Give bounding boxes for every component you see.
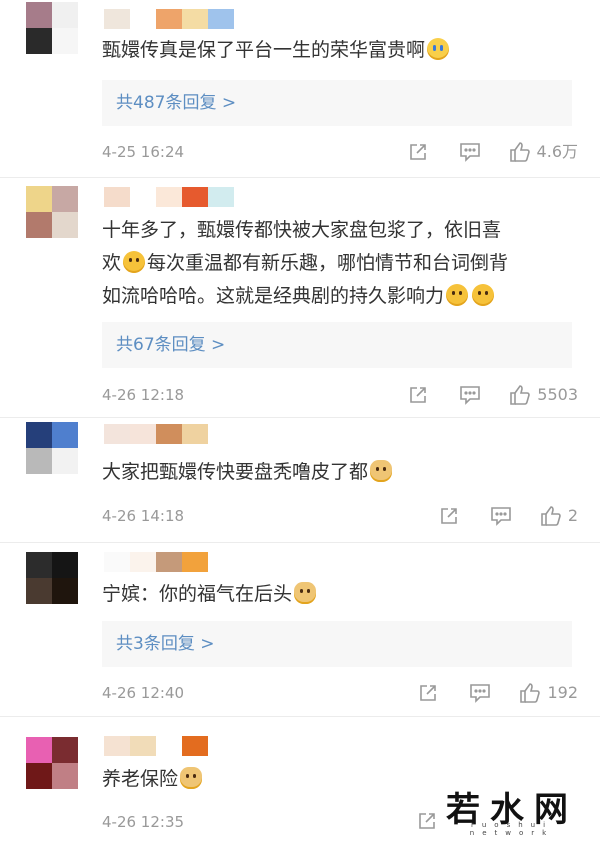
- username-blurred[interactable]: [104, 736, 208, 756]
- like-count: 5503: [537, 385, 578, 404]
- share-icon[interactable]: [407, 384, 429, 406]
- blush-emoji-icon: [472, 284, 495, 306]
- comment-time: 4-26 12:18: [102, 386, 185, 404]
- comment-item: 宁嫔：你的福气在后头 共3条回复 > 4-26 12:40 192: [0, 543, 600, 717]
- avatar[interactable]: [26, 186, 78, 238]
- avatar[interactable]: [26, 2, 78, 54]
- avatar[interactable]: [26, 422, 78, 474]
- comment-text: 甄嬛传真是保了平台一生的荣华富贵啊: [102, 34, 572, 67]
- username-blurred[interactable]: [104, 552, 208, 572]
- comment-meta: 4-25 16:24 4.6万: [102, 140, 578, 164]
- avatar-pixel: [52, 212, 78, 238]
- like-button[interactable]: 192: [519, 681, 578, 705]
- comment-icon[interactable]: [469, 682, 491, 704]
- avatar-pixel: [52, 422, 78, 448]
- avatar-pixel: [26, 737, 52, 763]
- avatar-pixel: [52, 28, 78, 54]
- comment-time: 4-26 12:35: [102, 813, 185, 831]
- avatar[interactable]: [26, 552, 78, 604]
- avatar-pixel: [52, 552, 78, 578]
- like-count: 192: [547, 683, 578, 702]
- like-count: 2: [567, 506, 578, 525]
- replies-link[interactable]: 共3条回复 >: [102, 621, 572, 667]
- comment-time: 4-26 14:18: [102, 507, 185, 525]
- comment-actions: 4.6万: [377, 140, 578, 164]
- comment-text-body: 大家把甄嬛传快要盘秃噜皮了都: [102, 461, 369, 483]
- comment-time: 4-26 12:40: [102, 684, 185, 702]
- avatar-pixel: [52, 2, 78, 28]
- like-button[interactable]: 5503: [509, 383, 578, 407]
- comment-text-line: 十年多了，甄嬛传都快被大家盘包浆了，依旧喜: [102, 219, 502, 241]
- like-count: 4.6万: [536, 142, 578, 161]
- comment-text-body: 宁嫔：你的福气在后头: [102, 583, 293, 605]
- avatar-pixel: [26, 552, 52, 578]
- username-blurred[interactable]: [104, 9, 234, 29]
- comment-text: 十年多了，甄嬛传都快被大家盘包浆了，依旧喜 欢 每次重温都有新乐趣，哪怕情节和台词…: [102, 214, 572, 313]
- avatar-pixel: [26, 448, 52, 474]
- replies-link[interactable]: 共67条回复 >: [102, 322, 572, 368]
- avatar-pixel: [52, 763, 78, 789]
- comment-icon[interactable]: [459, 141, 481, 163]
- comment-actions: 192: [387, 681, 578, 705]
- avatar-pixel: [26, 212, 52, 238]
- doge-emoji-icon: [294, 582, 317, 604]
- comment-text: 大家把甄嬛传快要盘秃噜皮了都: [102, 456, 572, 489]
- avatar-pixel: [52, 186, 78, 212]
- comment-text-line: 如流哈哈哈。这就是经典剧的持久影响力: [102, 285, 445, 307]
- doge-emoji-icon: [370, 460, 393, 482]
- avatar-pixel: [26, 578, 52, 604]
- username-blurred[interactable]: [104, 187, 234, 207]
- comment-actions: 5503: [377, 383, 578, 407]
- comment-text-body: 甄嬛传真是保了平台一生的荣华富贵啊: [102, 39, 426, 61]
- avatar-pixel: [26, 186, 52, 212]
- comment-actions: [386, 810, 438, 832]
- avatar-pixel: [26, 2, 52, 28]
- avatar-pixel: [52, 737, 78, 763]
- like-button[interactable]: 4.6万: [509, 140, 578, 164]
- share-icon[interactable]: [416, 810, 438, 832]
- avatar-pixel: [26, 28, 52, 54]
- username-blurred[interactable]: [104, 424, 208, 444]
- smile-emoji-icon: [123, 251, 146, 273]
- comment-text: 宁嫔：你的福气在后头: [102, 578, 572, 611]
- avatar[interactable]: [26, 737, 78, 789]
- share-icon[interactable]: [417, 682, 439, 704]
- comment-item: 甄嬛传真是保了平台一生的荣华富贵啊 共487条回复 > 4-25 16:24 4…: [0, 0, 600, 178]
- cry-emoji-icon: [427, 38, 450, 60]
- thumbs-up-icon: [541, 506, 561, 526]
- avatar-pixel: [52, 578, 78, 604]
- blush-emoji-icon: [446, 284, 469, 306]
- avatar-pixel: [26, 763, 52, 789]
- thumbs-up-icon: [509, 142, 530, 162]
- thumbs-up-icon: [510, 385, 531, 405]
- comment-icon[interactable]: [490, 505, 512, 527]
- watermark-subtext: ruoshui network: [469, 821, 555, 837]
- watermark-logo: 若水网 ruoshui network: [442, 780, 582, 837]
- comment-item: 十年多了，甄嬛传都快被大家盘包浆了，依旧喜 欢 每次重温都有新乐趣，哪怕情节和台词…: [0, 178, 600, 418]
- comment-meta: 4-26 12:40 192: [102, 681, 578, 705]
- comment-text-body: 养老保险: [102, 768, 179, 790]
- comment-meta: 4-26 12:18 5503: [102, 383, 578, 407]
- avatar-pixel: [26, 422, 52, 448]
- comment-text-line: 每次重温都有新乐趣，哪怕情节和台词倒背: [147, 252, 509, 274]
- comment-actions: 2: [408, 504, 578, 528]
- comment-item: 大家把甄嬛传快要盘秃噜皮了都 4-26 14:18 2: [0, 418, 600, 543]
- thumbs-up-icon: [520, 683, 541, 703]
- avatar-pixel: [52, 448, 78, 474]
- comment-icon[interactable]: [459, 384, 481, 406]
- share-icon[interactable]: [407, 141, 429, 163]
- replies-link[interactable]: 共487条回复 >: [102, 80, 572, 126]
- doge-emoji-icon: [180, 767, 203, 789]
- share-icon[interactable]: [438, 505, 460, 527]
- comment-text-line: 欢: [102, 252, 122, 274]
- comment-time: 4-25 16:24: [102, 143, 185, 161]
- comment-meta: 4-26 14:18 2: [102, 504, 578, 528]
- like-button[interactable]: 2: [540, 504, 578, 528]
